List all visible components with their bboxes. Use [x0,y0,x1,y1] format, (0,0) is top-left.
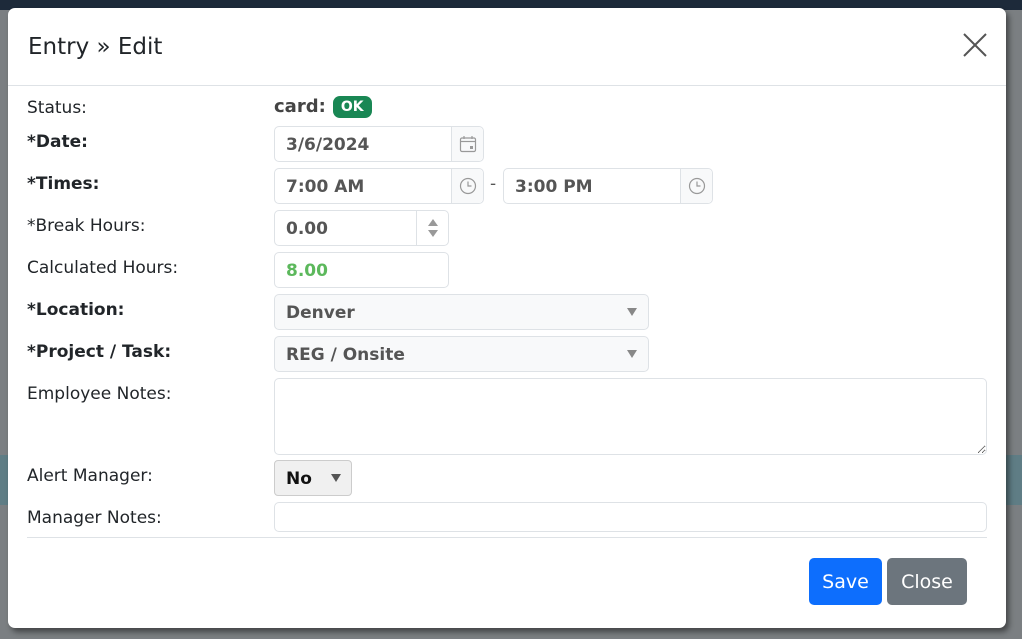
clock-icon[interactable] [451,169,483,203]
status-label: Status: [27,98,87,118]
break-hours-input[interactable]: 0.00 [274,210,449,246]
status-text: card [274,96,319,117]
clock-icon[interactable] [680,169,712,203]
entry-edit-modal: Entry » Edit Status: card: OK *Date: 3/6… [8,8,1006,628]
modal-title: Entry » Edit [28,34,163,60]
footer-divider [27,537,987,538]
break-hours-label: *Break Hours: [27,216,146,236]
status-separator: : [318,96,326,117]
start-time-input[interactable]: 7:00 AM [274,168,484,204]
calculated-hours-value: 8.00 [286,261,328,281]
date-row: *Date: 3/6/2024 [27,126,987,162]
modal-header: Entry » Edit [8,8,1006,86]
chevron-down-icon [627,350,637,358]
start-time-value: 7:00 AM [286,177,365,197]
chevron-down-icon [331,474,341,482]
background-content [1006,455,1022,505]
alert-manager-value: No [286,469,312,489]
location-row: *Location: Denver [27,294,987,330]
calendar-icon[interactable] [451,127,483,161]
employee-notes-label: Employee Notes: [27,384,172,404]
status-badge: OK [332,96,372,118]
employee-notes-textarea[interactable] [274,378,987,455]
background-content-left [0,455,8,505]
break-hours-value: 0.00 [286,219,328,239]
break-hours-row: *Break Hours: 0.00 [27,210,987,246]
chevron-down-icon [627,308,637,316]
end-time-value: 3:00 PM [515,177,593,197]
end-time-input[interactable]: 3:00 PM [503,168,713,204]
location-select[interactable]: Denver [274,294,649,330]
project-task-select[interactable]: REG / Onsite [274,336,649,372]
times-separator: - [490,174,497,194]
spin-down-icon[interactable] [427,230,438,237]
project-task-label: *Project / Task: [27,342,172,362]
manager-notes-input[interactable] [274,502,987,532]
alert-manager-select[interactable]: No [274,460,352,496]
times-label: *Times: [27,174,100,194]
employee-notes-row: Employee Notes: [27,378,987,456]
status-row: Status: card: OK [27,96,987,124]
calculated-hours-row: Calculated Hours: 8.00 [27,252,987,288]
project-task-row: *Project / Task: REG / Onsite [27,336,987,372]
manager-notes-label: Manager Notes: [27,508,162,528]
location-value: Denver [286,303,355,323]
calculated-hours-field: 8.00 [274,252,449,288]
times-row: *Times: 7:00 AM - 3:00 PM [27,168,987,204]
date-value: 3/6/2024 [286,135,370,155]
alert-manager-row: Alert Manager: No [27,460,987,496]
spin-up-icon[interactable] [427,219,438,226]
close-button[interactable]: Close [887,558,967,605]
alert-manager-label: Alert Manager: [27,466,153,486]
number-spinner[interactable] [416,211,448,245]
manager-notes-row: Manager Notes: [27,502,987,532]
save-button[interactable]: Save [809,558,882,605]
date-label: *Date: [27,132,88,152]
project-task-value: REG / Onsite [286,345,405,365]
date-input[interactable]: 3/6/2024 [274,126,484,162]
close-icon[interactable] [962,32,988,58]
location-label: *Location: [27,300,125,320]
calculated-hours-label: Calculated Hours: [27,258,179,278]
